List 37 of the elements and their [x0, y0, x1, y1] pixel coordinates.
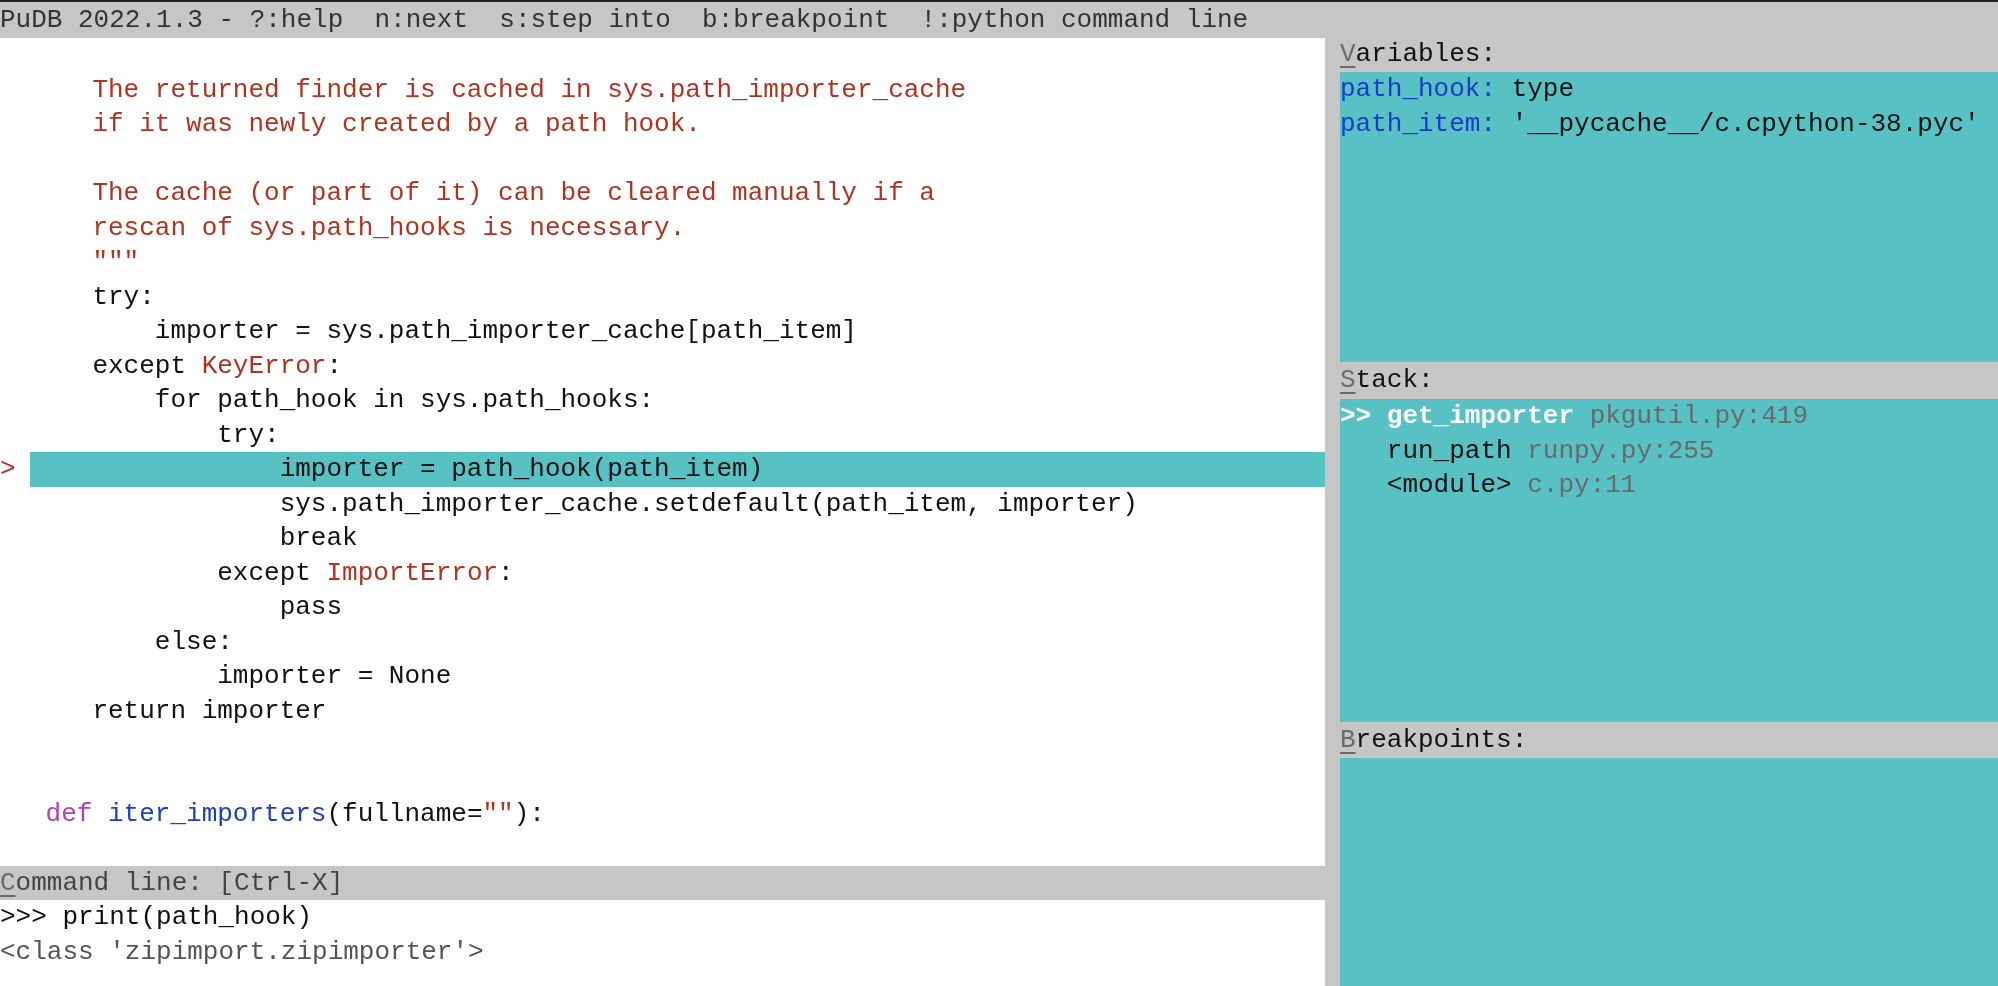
frame-function[interactable]: get_importer	[1386, 401, 1575, 431]
code-line: def iter_importers(fullname=""):	[44, 798, 546, 831]
variable-value: type	[1511, 74, 1575, 104]
variable-value: '__pycache__/c.cpython-38.pyc'	[1511, 108, 1980, 139]
frame-location: pkgutil.py:419	[1589, 401, 1809, 431]
current-line-marker: >	[0, 453, 17, 486]
code-line: importer = sys.path_importer_cache[path_item]	[153, 315, 858, 348]
code-line: try:	[91, 280, 156, 314]
code-line: """	[91, 246, 141, 279]
code-line: for path_hook in sys.path_hooks:	[153, 384, 656, 417]
code-line: try:	[216, 418, 281, 452]
panel-header: Command line: [Ctrl-X]	[0, 867, 345, 900]
panel-header: Variables:	[1340, 38, 1498, 71]
panel-header: Stack:	[1340, 364, 1435, 397]
variable-name[interactable]: path_hook:	[1340, 74, 1497, 104]
code-line: else:	[153, 625, 234, 659]
code-line: except ImportError:	[216, 556, 515, 590]
frame-function[interactable]: run_path	[1386, 435, 1512, 466]
title-text: PuDB 2022.1.3 - ?:help n:next s:step into b:breakpoint !:python command line	[0, 5, 1249, 35]
code-line: pass	[278, 591, 344, 624]
code-line: sys.path_importer_cache.setdefault(path_item, importer)	[278, 487, 1139, 521]
code-line: break	[278, 522, 359, 555]
frame-function[interactable]: <module>	[1386, 470, 1512, 500]
code-line: The returned finder is cached in sys.path_importer_cache	[91, 73, 968, 107]
command-input-line: >>> print(path_hook)	[0, 901, 314, 934]
code-line: The cache (or part of it) can be cleared manually if a	[91, 177, 936, 210]
code-line: importer = None	[216, 660, 453, 693]
frame-location: c.py:11	[1527, 470, 1637, 500]
panel-header: Breakpoints:	[1340, 724, 1529, 757]
code-line: if it was newly created by a path hook.	[91, 108, 702, 141]
code-line: return importer	[91, 694, 328, 728]
current-frame-marker: >>	[1340, 401, 1372, 431]
frame-location: runpy.py:255	[1527, 435, 1715, 466]
variable-name[interactable]: path_item:	[1340, 108, 1497, 139]
code-line: rescan of sys.path_hooks is necessary.	[91, 211, 687, 245]
command-output-line: <class 'zipimport.zipimporter'>	[0, 935, 485, 969]
code-line: except KeyError:	[91, 349, 344, 383]
